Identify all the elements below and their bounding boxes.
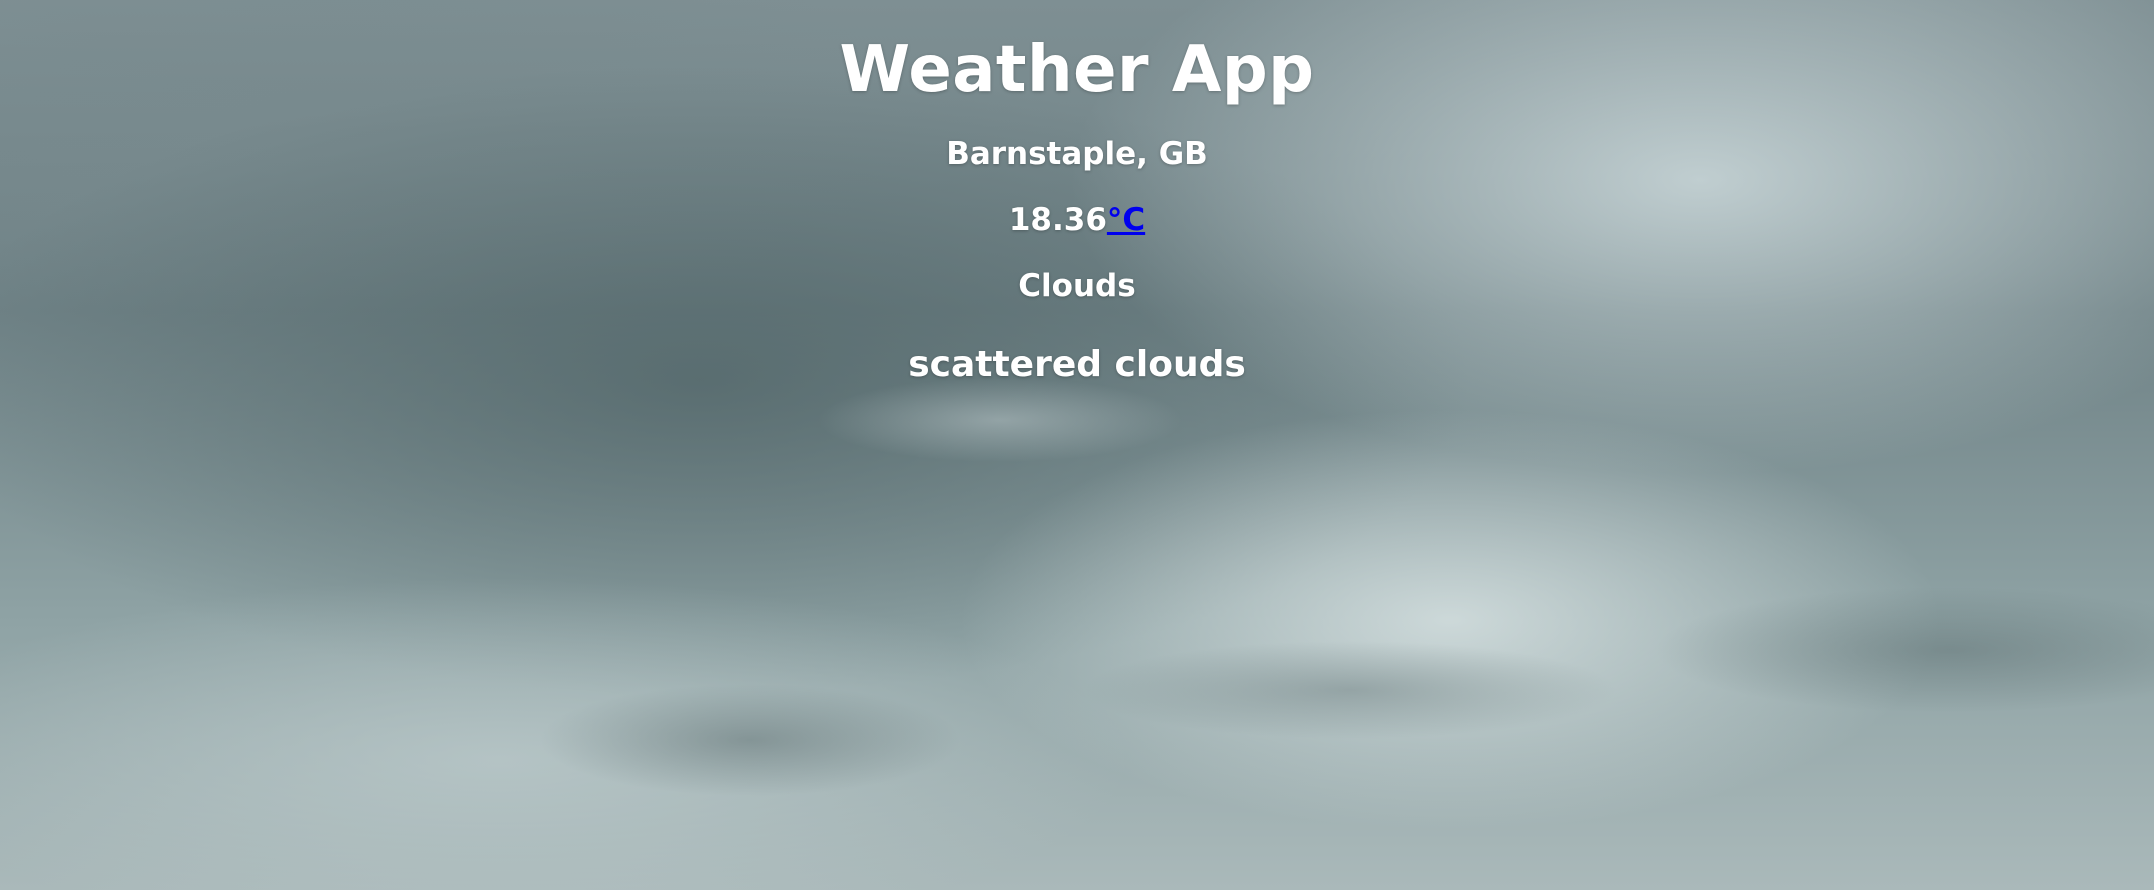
weather-panel: Weather App Barnstaple, GB 18.36°C Cloud… [0, 0, 2154, 386]
location-label: Barnstaple, GB [946, 136, 1208, 172]
unit-toggle-link[interactable]: °C [1107, 202, 1145, 238]
weather-condition: Clouds [1018, 268, 1136, 304]
weather-description: scattered clouds [908, 344, 1246, 385]
temperature-value: 18.36 [1008, 202, 1107, 238]
temperature-row: 18.36°C [0, 202, 2154, 238]
page-title: Weather App [839, 33, 1315, 107]
